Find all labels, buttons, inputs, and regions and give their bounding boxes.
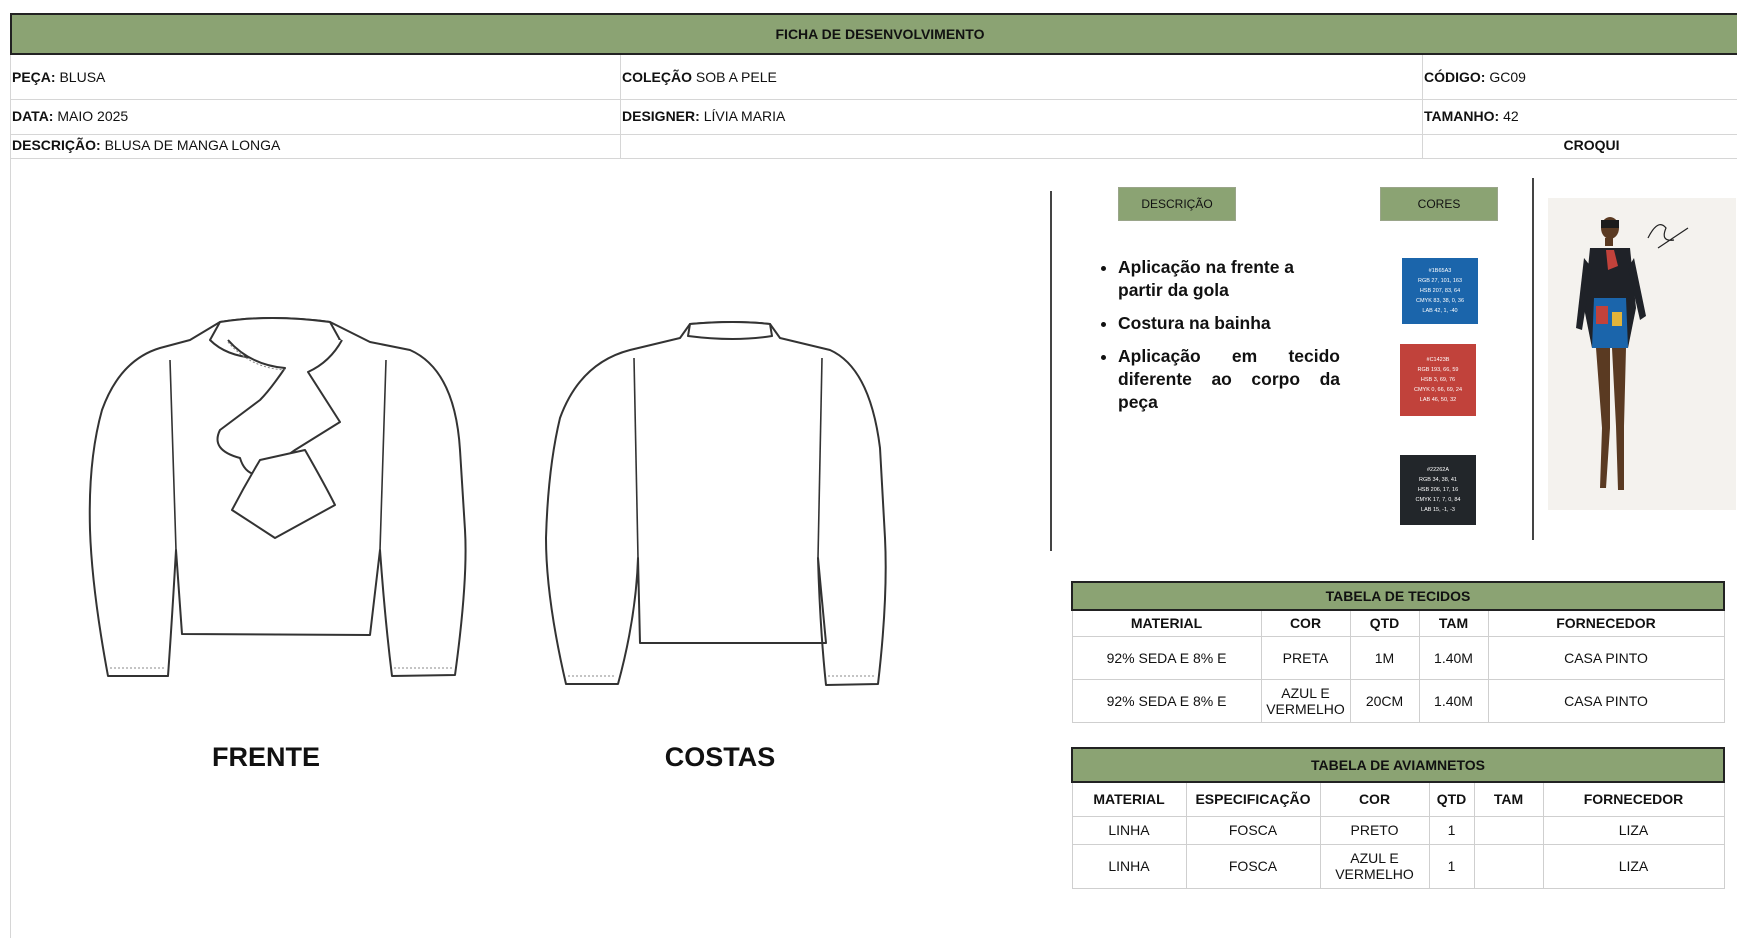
color-swatch-black: #22262A RGB 34, 38, 41 HSB 206, 17, 16 CMYK…: [1400, 455, 1476, 525]
table-cell: 20CM: [1349, 678, 1420, 723]
panel-divider: [1532, 178, 1534, 540]
table-header: COR: [1260, 609, 1351, 637]
table-cell: LINHA: [1071, 815, 1187, 845]
croqui-label: CROQUI: [1563, 137, 1620, 153]
table-cell: 1: [1428, 843, 1475, 889]
field-tamanho: TAMANHO: 42: [1424, 108, 1519, 124]
trims-table: TABELA DE AVIAMNETOS MATERIAL ESPECIFICA…: [1071, 747, 1725, 889]
color-swatch-blue: #1B65A3 RGB 27, 101, 163 HSB 207, 83, 64 CM…: [1402, 258, 1478, 324]
fabrics-table: TABELA DE TECIDOS MATERIAL COR QTD TAM F…: [1071, 581, 1725, 723]
table-cell: FOSCA: [1185, 815, 1321, 845]
grid-line: [620, 55, 621, 158]
table-cell: LIZA: [1542, 843, 1725, 889]
grid-line: [10, 134, 1737, 135]
table-header: TAM: [1473, 781, 1544, 817]
table-header: QTD: [1428, 781, 1475, 817]
table-row: 92% SEDA E 8% E AZUL E VERMELHO 20CM 1.4…: [1071, 678, 1725, 723]
table-header: FORNECEDOR: [1542, 781, 1725, 817]
description-item: Aplicação na frente a partir da gola: [1118, 256, 1340, 302]
sheet-title: FICHA DE DESENVOLVIMENTO: [10, 13, 1737, 55]
table-cell: [1473, 843, 1544, 889]
table-header: QTD: [1349, 609, 1420, 637]
grid-line: [10, 158, 1737, 159]
table-cell: AZUL E VERMELHO: [1319, 843, 1430, 889]
table-cell: PRETA: [1260, 635, 1351, 680]
table-row: 92% SEDA E 8% E PRETA 1M 1.40M CASA PINT…: [1071, 635, 1725, 680]
panel-divider: [1050, 191, 1052, 551]
table-row: LINHA FOSCA AZUL E VERMELHO 1 LIZA: [1071, 843, 1725, 889]
table-cell: 1: [1428, 815, 1475, 845]
grid-line: [1422, 55, 1423, 158]
table-cell: 1M: [1349, 635, 1420, 680]
field-colecao: COLEÇÃO SOB A PELE: [622, 69, 777, 85]
table-header: MATERIAL: [1071, 609, 1262, 637]
field-descricao: DESCRIÇÃO: BLUSA DE MANGA LONGA: [12, 137, 281, 153]
color-swatch-red: #C1423B RGB 193, 66, 59 HSB 3, 69, 76 CMYK …: [1400, 344, 1476, 416]
table-cell: AZUL E VERMELHO: [1260, 678, 1351, 723]
table-header: COR: [1319, 781, 1430, 817]
front-view-label: FRENTE: [212, 742, 320, 772]
description-item: Costura na bainha: [1118, 312, 1340, 335]
trims-table-caption: TABELA DE AVIAMNETOS: [1071, 747, 1725, 783]
back-flat-sketch: [545, 321, 887, 686]
table-header: MATERIAL: [1071, 781, 1187, 817]
front-flat-sketch: [88, 317, 467, 677]
table-cell: 1.40M: [1418, 678, 1489, 723]
field-codigo: CÓDIGO: GC09: [1424, 69, 1526, 85]
table-cell: CASA PINTO: [1487, 678, 1725, 723]
description-list: Aplicação na frente a partir da gola Cos…: [1100, 256, 1340, 424]
descricao-heading: DESCRIÇÃO: [1118, 187, 1236, 221]
field-peca: PEÇA: BLUSA: [12, 69, 106, 85]
table-header: TAM: [1418, 609, 1489, 637]
field-designer: DESIGNER: LÍVIA MARIA: [622, 108, 786, 124]
table-cell: 1.40M: [1418, 635, 1489, 680]
fabrics-table-caption: TABELA DE TECIDOS: [1071, 581, 1725, 611]
cores-heading: CORES: [1380, 187, 1498, 221]
grid-line: [10, 55, 11, 938]
table-cell: [1473, 815, 1544, 845]
description-item: Aplicação em tecido diferente ao corpo d…: [1118, 345, 1340, 414]
table-cell: PRETO: [1319, 815, 1430, 845]
table-header: ESPECIFICAÇÃO: [1185, 781, 1321, 817]
grid-line: [10, 99, 1737, 100]
table-cell: LINHA: [1071, 843, 1187, 889]
table-cell: CASA PINTO: [1487, 635, 1725, 680]
croqui-illustration: [1548, 198, 1736, 510]
table-header: FORNECEDOR: [1487, 609, 1725, 637]
table-cell: LIZA: [1542, 815, 1725, 845]
table-row: LINHA FOSCA PRETO 1 LIZA: [1071, 815, 1725, 845]
back-view-label: COSTAS: [664, 742, 776, 772]
field-data: DATA: MAIO 2025: [12, 108, 129, 124]
table-cell: 92% SEDA E 8% E: [1071, 635, 1262, 680]
table-cell: FOSCA: [1185, 843, 1321, 889]
table-cell: 92% SEDA E 8% E: [1071, 678, 1262, 723]
